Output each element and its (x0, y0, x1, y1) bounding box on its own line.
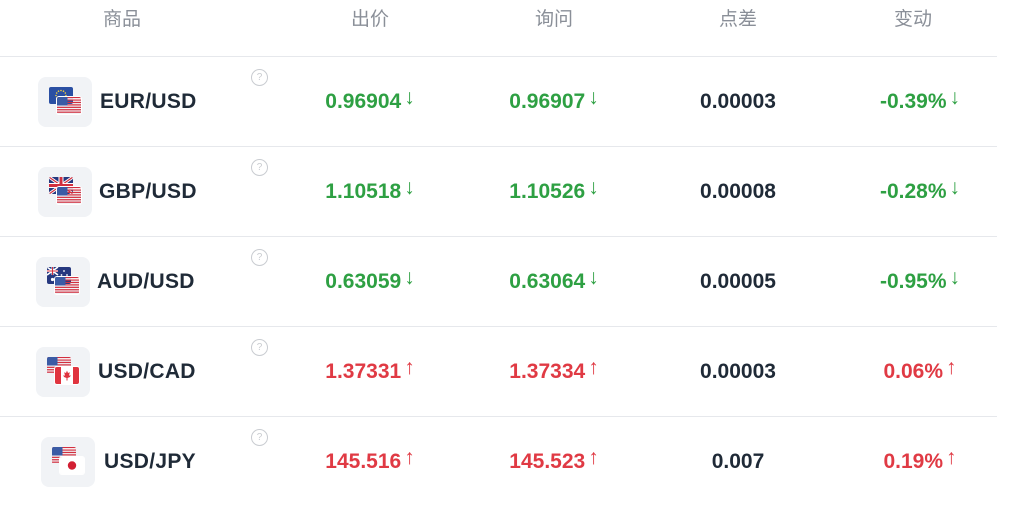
arrow-down-icon: ↓ (404, 86, 415, 109)
header-change: 变动 (893, 8, 932, 30)
table-row[interactable]: USD/CAD? 1.37331 ↑ 1.37334 ↑ 0.00003 0.06% ↑ (0, 327, 997, 417)
pair-name[interactable]: USD/JPY (104, 417, 196, 506)
arrow-up-icon: ↑ (946, 446, 957, 469)
change-percent: -0.39% ↓ (830, 57, 1010, 146)
pair-name[interactable]: EUR/USD (100, 57, 197, 146)
change-value: 0.19% (883, 450, 944, 473)
spread-value: 0.00005 (700, 270, 776, 293)
bid-price: 0.96904 ↓ (280, 57, 460, 146)
forex-quote-table: 商品 出价 询问 点差 变动 EUR/USD? 0.96904 ↓ 0.96907 ↓ 0… (0, 0, 997, 506)
currency-flags (36, 257, 90, 307)
bid-price: 1.10518 ↓ (280, 147, 460, 236)
arrow-down-icon: ↓ (949, 86, 961, 109)
change-percent: -0.95% ↓ (830, 237, 1010, 326)
table-row[interactable]: USD/JPY? 145.516 ↑ 145.523 ↑ 0.007 0.19% ↑ (0, 417, 997, 506)
arrow-down-icon: ↓ (949, 176, 961, 199)
bid-value: 1.37331 (325, 360, 402, 383)
arrow-down-icon: ↓ (949, 266, 961, 289)
bid-value: 0.96904 (325, 90, 402, 113)
currency-flags (38, 167, 92, 217)
table-header: 商品 出价 询问 点差 变动 (0, 0, 997, 57)
change-percent: 0.06% ↑ (830, 327, 1010, 416)
ask-price: 0.63064 ↓ (464, 237, 644, 326)
help-icon[interactable]: ? (251, 339, 268, 356)
header-ask: 询问 (534, 8, 573, 30)
currency-flags (41, 437, 95, 487)
ask-value: 0.63064 (509, 270, 586, 293)
jp-flag-icon (60, 457, 84, 474)
us-flag-icon (55, 277, 79, 294)
ask-value: 1.10526 (509, 180, 586, 203)
change-value: 0.06% (883, 360, 944, 383)
arrow-down-icon: ↓ (588, 266, 599, 289)
table-row[interactable]: AUD/USD? 0.63059 ↓ 0.63064 ↓ 0.00005 -0.95% ↓ (0, 237, 997, 327)
bid-price: 1.37331 ↑ (280, 327, 460, 416)
ask-value: 0.96907 (509, 90, 586, 113)
arrow-up-icon: ↑ (946, 356, 957, 379)
us-flag-icon (57, 187, 81, 204)
currency-flags (38, 77, 92, 127)
table-row[interactable]: GBP/USD? 1.10518 ↓ 1.10526 ↓ 0.00008 -0.28% ↓ (0, 147, 997, 237)
bid-value: 1.10518 (325, 180, 402, 203)
arrow-up-icon: ↑ (404, 446, 415, 469)
arrow-up-icon: ↑ (588, 446, 599, 469)
spread-value: 0.00003 (700, 90, 776, 113)
arrow-down-icon: ↓ (404, 266, 415, 289)
us-flag-icon (57, 97, 81, 114)
ask-value: 145.523 (509, 450, 586, 473)
table-row[interactable]: EUR/USD? 0.96904 ↓ 0.96907 ↓ 0.00003 -0.39% ↓ (0, 57, 997, 147)
currency-flags (36, 347, 90, 397)
header-instrument: 商品 (102, 8, 141, 30)
spread-value: 0.00008 (700, 180, 776, 203)
ask-value: 1.37334 (509, 360, 586, 383)
ask-price: 1.37334 ↑ (464, 327, 644, 416)
table-body: EUR/USD? 0.96904 ↓ 0.96907 ↓ 0.00003 -0.39% ↓ GB… (0, 57, 997, 506)
pair-name[interactable]: AUD/USD (97, 237, 195, 326)
change-value: -0.95% (879, 270, 947, 293)
pair-name[interactable]: USD/CAD (98, 327, 196, 416)
change-percent: 0.19% ↑ (830, 417, 1010, 506)
bid-price: 145.516 ↑ (280, 417, 460, 506)
ask-price: 1.10526 ↓ (464, 147, 644, 236)
change-value: -0.28% (879, 180, 947, 203)
ask-price: 145.523 ↑ (464, 417, 644, 506)
pair-name[interactable]: GBP/USD (99, 147, 197, 236)
change-percent: -0.28% ↓ (830, 147, 1010, 236)
header-bid: 出价 (350, 8, 389, 30)
ask-price: 0.96907 ↓ (464, 57, 644, 146)
header-spread: 点差 (718, 8, 757, 30)
ca-flag-icon (55, 367, 79, 384)
bid-price: 0.63059 ↓ (280, 237, 460, 326)
help-icon[interactable]: ? (251, 429, 268, 446)
arrow-down-icon: ↓ (588, 86, 599, 109)
help-icon[interactable]: ? (251, 249, 268, 266)
change-value: -0.39% (879, 90, 947, 113)
help-icon[interactable]: ? (251, 69, 268, 86)
spread-value: 0.007 (711, 450, 765, 473)
arrow-down-icon: ↓ (404, 176, 415, 199)
help-icon[interactable]: ? (251, 159, 268, 176)
arrow-down-icon: ↓ (588, 176, 599, 199)
arrow-up-icon: ↑ (404, 356, 415, 379)
arrow-up-icon: ↑ (588, 356, 599, 379)
spread-value: 0.00003 (700, 360, 776, 383)
bid-value: 145.516 (325, 450, 402, 473)
bid-value: 0.63059 (325, 270, 402, 293)
